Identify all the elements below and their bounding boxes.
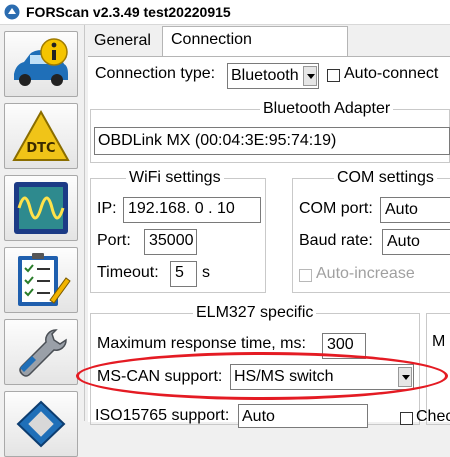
auto-connect-checkbox[interactable] (327, 69, 340, 82)
oscilloscope-icon (14, 182, 68, 234)
chevron-down-icon[interactable] (303, 66, 317, 86)
baud-rate-label: Baud rate: (299, 232, 373, 249)
iso15765-support-value: Auto (242, 408, 275, 425)
connection-panel: Connection type: Bluetooth Auto-connect … (88, 56, 450, 428)
forscan-app-icon (4, 4, 20, 20)
bluetooth-adapter-title: Bluetooth Adapter (260, 100, 394, 118)
tab-connection[interactable]: Connection (162, 26, 348, 57)
check-label: Chec (416, 408, 450, 425)
wifi-settings-title: WiFi settings (126, 169, 224, 187)
baud-rate-select[interactable]: Auto (382, 229, 450, 255)
wifi-ip-input[interactable]: 192.168. 0 . 10 (123, 197, 261, 223)
mscan-support-label: MS-CAN support: (97, 368, 223, 385)
wrench-icon (19, 329, 67, 377)
sidebar: DTC (0, 25, 85, 457)
mscan-support-select[interactable]: HS/MS switch (230, 364, 414, 390)
max-response-input[interactable]: 300 (322, 333, 366, 359)
com-settings-title: COM settings (334, 169, 437, 187)
wifi-port-label: Port: (97, 232, 131, 249)
connection-type-label: Connection type: (95, 65, 216, 82)
bluetooth-adapter-select[interactable]: OBDLink MX (00:04:3E:95:74:19) (94, 127, 450, 155)
com-port-select[interactable]: Auto (380, 197, 450, 223)
tab-connection-label: Connection (171, 31, 252, 48)
sidebar-item-dtc[interactable]: DTC (4, 103, 78, 169)
wifi-ip-label: IP: (97, 200, 117, 217)
partial-right-label: M (432, 333, 446, 350)
wifi-timeout-unit: s (202, 264, 210, 281)
com-port-label: COM port: (299, 200, 373, 217)
wifi-timeout-label: Timeout: (97, 264, 159, 281)
wifi-port-input[interactable]: 35000 (144, 229, 197, 255)
window-title: FORScan v2.3.49 test20220915 (26, 4, 231, 20)
connection-type-value: Bluetooth (231, 67, 299, 84)
iso15765-support-label: ISO15765 support: (95, 407, 230, 424)
check-checkbox[interactable] (400, 412, 413, 425)
com-port-value: Auto (385, 201, 418, 218)
elm327-title: ELM327 specific (193, 304, 317, 322)
sidebar-item-oscilloscope[interactable] (4, 175, 78, 241)
dtc-warning-icon: DTC (12, 109, 70, 161)
sidebar-item-chip[interactable] (4, 391, 78, 457)
baud-rate-value: Auto (387, 233, 420, 250)
tab-general-label: General (94, 32, 151, 49)
chip-icon (16, 400, 66, 448)
mscan-support-value: HS/MS switch (234, 368, 334, 385)
sidebar-item-vehicle-info[interactable] (4, 31, 78, 97)
tab-general[interactable]: General (88, 28, 160, 56)
auto-increase-label: Auto-increase (316, 265, 415, 282)
iso15765-support-select[interactable]: Auto (238, 404, 368, 428)
auto-connect-label: Auto-connect (344, 65, 439, 82)
dtc-label: DTC (26, 141, 55, 156)
sidebar-item-checklist[interactable] (4, 247, 78, 313)
car-info-icon (14, 38, 68, 86)
chevron-down-icon[interactable] (398, 367, 412, 387)
max-response-label: Maximum response time, ms: (97, 335, 306, 352)
wifi-timeout-input[interactable]: 5 (170, 261, 197, 287)
checklist-icon (18, 253, 71, 306)
auto-increase-checkbox[interactable] (299, 269, 312, 282)
title-bar: FORScan v2.3.49 test20220915 (0, 0, 450, 25)
sidebar-item-configuration[interactable] (4, 319, 78, 385)
connection-type-select[interactable]: Bluetooth (227, 63, 319, 89)
bluetooth-adapter-value: OBDLink MX (00:04:3E:95:74:19) (98, 132, 337, 149)
